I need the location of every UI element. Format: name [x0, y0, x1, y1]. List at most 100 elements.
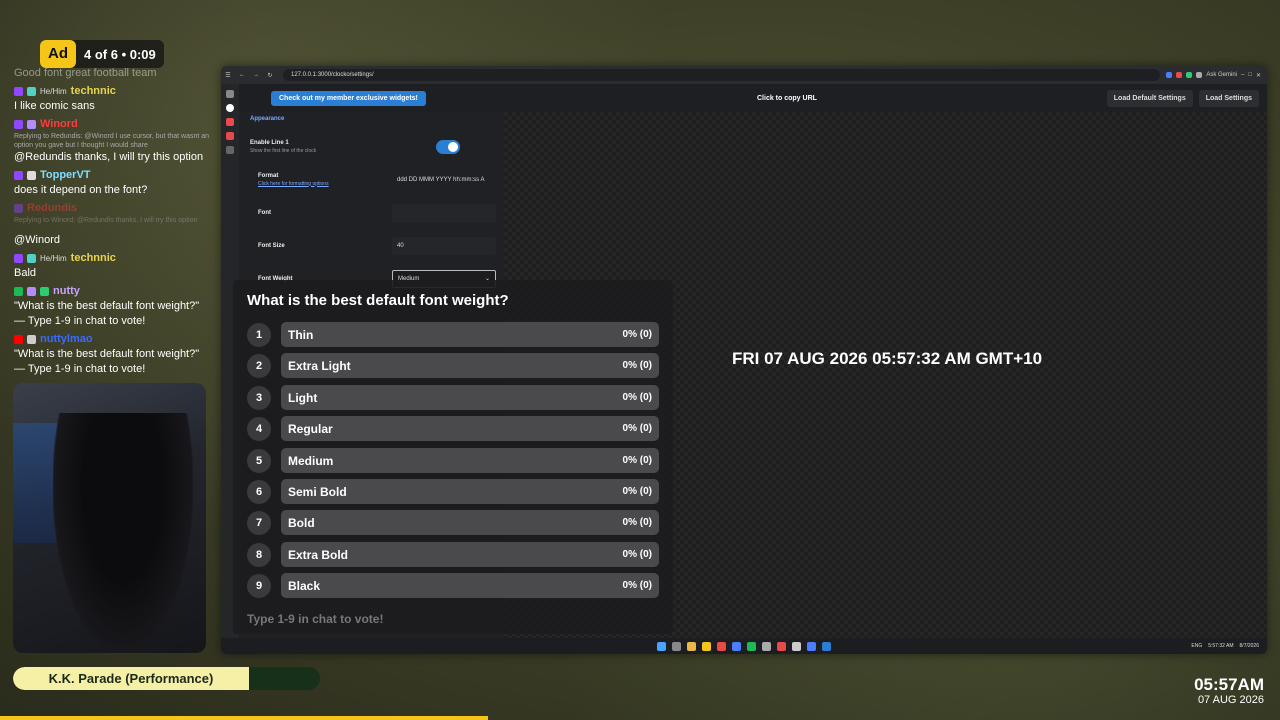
poll-option-number: 5	[247, 448, 271, 473]
poll-option-result: 0% (0)	[622, 549, 652, 560]
font-size-label: Font Size	[258, 242, 285, 249]
menu-icon[interactable]: ☰	[221, 72, 235, 79]
poll-option-bar: Extra Bold 0% (0)	[281, 542, 659, 567]
badge-icon	[27, 119, 36, 129]
chat-username[interactable]: Winord	[40, 117, 78, 132]
chat-text: @Winord	[14, 234, 61, 246]
poll-option-name: Black	[288, 578, 321, 593]
chat-message: Winord Replying to Redundis: @Winord I u…	[14, 116, 212, 165]
poll-option-result: 0% (0)	[622, 517, 652, 528]
start-icon[interactable]	[657, 641, 666, 651]
poll-option-bar: Medium 0% (0)	[281, 448, 659, 473]
load-settings-button[interactable]: Load Settings	[1198, 89, 1259, 107]
folder-icon[interactable]	[702, 641, 711, 651]
chat-reply-context: Replying to Redundis: @Winord I use curs…	[14, 133, 210, 149]
extension-icon[interactable]	[1186, 72, 1193, 78]
add-icon[interactable]	[226, 146, 234, 154]
back-icon[interactable]: ←	[235, 72, 249, 78]
poll-option-name: Extra Light	[288, 358, 351, 373]
app-icon[interactable]	[777, 641, 786, 651]
poll-option-result: 0% (0)	[622, 580, 652, 591]
kick-icon	[14, 286, 23, 296]
forward-icon[interactable]: →	[249, 72, 263, 78]
chat-message: @Winord	[14, 233, 212, 248]
poll-option-result: 0% (0)	[622, 486, 652, 497]
poll-question: What is the best default font weight?	[247, 292, 509, 309]
member-widgets-button[interactable]: Check out my member exclusive widgets!	[271, 90, 426, 106]
extension-icon[interactable]	[1166, 72, 1173, 78]
enable-line-description: Show the first line of the clock	[250, 147, 317, 154]
clock-preview-text: FRI 07 AUG 2026 05:57:32 AM GMT+10	[732, 349, 1043, 368]
chat-username[interactable]: technnic	[71, 84, 116, 99]
chat-text: does it depend on the font?	[14, 184, 148, 196]
load-default-settings-button[interactable]: Load Default Settings	[1106, 89, 1193, 107]
tray-language[interactable]: ENG	[1191, 643, 1202, 649]
ad-progress-bar	[0, 716, 488, 720]
twitch-icon	[14, 253, 23, 263]
poll-option-name: Bold	[288, 515, 315, 530]
format-input[interactable]: ddd DD MMM YYYY hh:mm:ss A	[392, 171, 496, 189]
minimize-icon[interactable]: –	[1241, 72, 1244, 78]
chat-text: I like comic sans	[14, 100, 95, 112]
streamer-silhouette	[53, 413, 193, 653]
app-icon[interactable]	[717, 641, 726, 651]
format-help-link[interactable]: Click here for formatting options	[258, 181, 392, 187]
chat-text: Bald	[14, 267, 37, 279]
ad-progress-text: 4 of 6 • 0:09	[84, 46, 156, 62]
chat-text: "What is the best default font weight?" …	[14, 300, 200, 327]
chrome-icon[interactable]	[687, 641, 696, 651]
poll-option-bar: Bold 0% (0)	[281, 510, 659, 535]
poll-option-name: Medium	[288, 453, 334, 468]
copy-url-button[interactable]: Click to copy URL	[757, 95, 817, 102]
tray-date[interactable]: 8/7/2026	[1240, 643, 1259, 649]
app-icon[interactable]	[732, 641, 741, 651]
youtube-icon	[14, 334, 23, 344]
pronoun-tag: He/Him	[40, 253, 67, 263]
enable-line-toggle[interactable]	[436, 139, 460, 154]
section-heading: Appearance	[250, 116, 285, 122]
search-icon[interactable]	[672, 641, 681, 651]
ad-label: Ad	[40, 40, 76, 68]
app-icon[interactable]	[792, 641, 801, 651]
rail-icon[interactable]	[226, 104, 234, 112]
twitch-icon	[14, 170, 23, 180]
extension-icon[interactable]	[1196, 72, 1203, 78]
extension-icon[interactable]	[1176, 72, 1183, 78]
song-title: K.K. Parade (Performance)	[48, 671, 214, 686]
webcam-feed	[13, 383, 206, 653]
spotify-icon[interactable]	[747, 641, 756, 651]
poll-option-result: 0% (0)	[622, 423, 652, 434]
app-icon[interactable]	[807, 641, 816, 651]
poll-option-bar: Regular 0% (0)	[281, 416, 659, 441]
chat-username[interactable]: nutty	[53, 284, 80, 299]
poll-option-result: 0% (0)	[622, 329, 652, 340]
rail-icon[interactable]	[226, 90, 234, 98]
rail-icon[interactable]	[226, 118, 234, 126]
system-tray: ENG 5:57:32 AM 8/7/2026	[1191, 643, 1259, 649]
ask-gemini-button[interactable]: Ask Gemini	[1206, 72, 1237, 78]
poll-option-number: 8	[247, 542, 271, 567]
vscode-icon[interactable]	[822, 641, 831, 651]
stream-clock-date: 07 AUG 2026	[1197, 694, 1264, 706]
font-size-input[interactable]: 40	[392, 236, 496, 255]
app-icon[interactable]	[762, 641, 771, 651]
pronoun-tag: He/Him	[40, 86, 67, 96]
now-playing-bar: K.K. Parade (Performance)	[13, 667, 320, 690]
chat-username[interactable]: nuttylmao	[40, 332, 93, 347]
poll-option: 7 Bold 0% (0)	[247, 510, 659, 535]
poll-option-name: Thin	[288, 327, 314, 342]
font-label: Font	[258, 209, 271, 216]
reload-icon[interactable]: ↻	[263, 72, 277, 79]
camera-icon	[27, 334, 36, 344]
badge-icon	[27, 170, 36, 180]
chat-username[interactable]: Redundis	[27, 201, 77, 216]
chat-username[interactable]: TopperVT	[40, 168, 91, 183]
address-bar[interactable]: 127.0.0.1:3000/clocko/settings/	[283, 69, 1161, 81]
rail-icon[interactable]	[226, 132, 234, 140]
close-icon[interactable]: ✕	[1256, 72, 1261, 79]
chat-username[interactable]: technnic	[71, 251, 116, 266]
font-input[interactable]	[392, 203, 496, 222]
tray-time[interactable]: 5:57:32 AM	[1208, 643, 1233, 649]
badge-icon	[27, 86, 36, 96]
maximize-icon[interactable]: □	[1248, 72, 1252, 78]
